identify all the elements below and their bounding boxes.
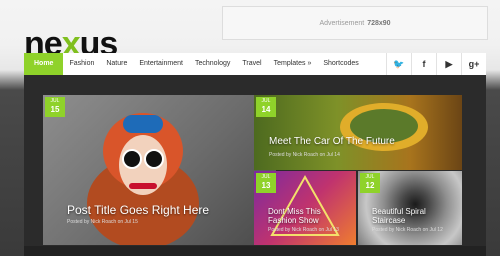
date-badge: JUL 14 bbox=[256, 97, 276, 117]
google-plus-icon[interactable]: g+ bbox=[461, 53, 486, 75]
featured-post-car[interactable]: JUL 14 Meet The Car Of The Future Posted… bbox=[254, 95, 462, 170]
date-month: JUL bbox=[365, 174, 375, 180]
post-meta: Posted by Nick Roach on Jul 15 bbox=[67, 219, 138, 225]
ad-size: 728x90 bbox=[367, 19, 391, 27]
twitter-icon[interactable]: 🐦 bbox=[386, 53, 411, 75]
nav-menu: Home Fashion Nature Entertainment Techno… bbox=[24, 53, 365, 75]
post-title[interactable]: Post Title Goes Right Here bbox=[67, 203, 209, 217]
date-day: 13 bbox=[261, 181, 271, 190]
post-meta: Posted by Nick Roach on Jul 13 bbox=[268, 227, 339, 233]
post-title[interactable]: Dont Miss This Fashion Show bbox=[268, 207, 348, 225]
youtube-icon[interactable]: ▶ bbox=[436, 53, 461, 75]
footer-strip bbox=[24, 246, 486, 256]
social-links: 🐦 f ▶ g+ bbox=[386, 53, 486, 75]
date-badge: JUL 12 bbox=[360, 173, 380, 193]
date-day: 14 bbox=[261, 105, 271, 114]
date-month: JUL bbox=[261, 98, 271, 104]
post-title[interactable]: Meet The Car Of The Future bbox=[269, 136, 395, 147]
post-meta: Posted by Nick Roach on Jul 14 bbox=[269, 152, 340, 158]
date-day: 12 bbox=[365, 181, 375, 190]
date-month: JUL bbox=[261, 174, 271, 180]
post-meta: Posted by Nick Roach on Jul 12 bbox=[372, 227, 443, 233]
nav-item-templates[interactable]: Templates » bbox=[268, 53, 318, 75]
advertisement-banner[interactable]: Advertisement 728x90 bbox=[222, 6, 488, 40]
post-title[interactable]: Beautiful Spiral Staircase bbox=[372, 207, 454, 225]
car-mirror-image bbox=[340, 103, 428, 151]
nav-item-nature[interactable]: Nature bbox=[100, 53, 133, 75]
nav-item-entertainment[interactable]: Entertainment bbox=[133, 53, 189, 75]
nav-item-fashion[interactable]: Fashion bbox=[63, 53, 100, 75]
nav-item-home[interactable]: Home bbox=[24, 53, 64, 75]
nav-item-technology[interactable]: Technology bbox=[189, 53, 236, 75]
facebook-icon[interactable]: f bbox=[411, 53, 436, 75]
date-badge: JUL 13 bbox=[256, 173, 276, 193]
nav-item-shortcodes[interactable]: Shortcodes bbox=[317, 53, 364, 75]
featured-post-staircase[interactable]: JUL 12 Beautiful Spiral Staircase Posted… bbox=[358, 171, 462, 245]
ad-label: Advertisement bbox=[319, 19, 365, 27]
nav-item-travel[interactable]: Travel bbox=[236, 53, 267, 75]
main-navigation: Home Fashion Nature Entertainment Techno… bbox=[24, 53, 486, 76]
featured-post-fashion-show[interactable]: JUL 13 Dont Miss This Fashion Show Poste… bbox=[254, 171, 356, 245]
featured-post-main[interactable]: JUL 15 Post Title Goes Right Here Posted… bbox=[43, 95, 276, 245]
